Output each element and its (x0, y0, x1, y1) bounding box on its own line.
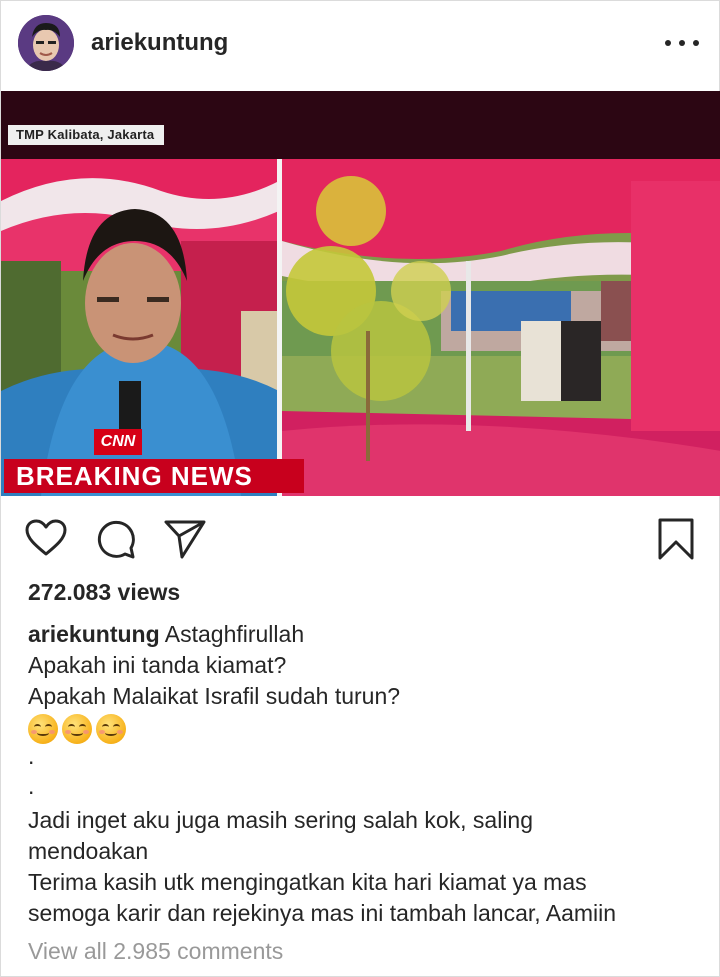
view-count: 272.083 views (28, 579, 181, 605)
location-tag: TMP Kalibata, Jakarta (8, 125, 165, 145)
caption-dot: . (28, 773, 35, 799)
view-all-comments-link[interactable]: View all 2.985 comments (28, 938, 283, 965)
post-username[interactable]: ariekuntung (91, 29, 228, 57)
action-bar (1, 501, 720, 571)
more-dot (665, 40, 671, 46)
smiling-face-emoji (62, 713, 92, 744)
caption-dot: . (28, 743, 35, 769)
avatar[interactable] (18, 15, 74, 71)
emoji-row (28, 712, 698, 745)
caption-text: Astaghfirullah (164, 621, 305, 647)
caption-line: Jadi inget aku juga masih sering salah k… (28, 807, 534, 833)
comment-icon[interactable] (95, 518, 137, 560)
caption-line: semoga karir dan rejekinya mas ini tamba… (28, 900, 617, 926)
caption-line: mendoakan (28, 838, 149, 864)
breaking-news-banner: BREAKING NEWS (4, 459, 304, 493)
bookmark-icon[interactable] (657, 517, 695, 561)
share-icon[interactable] (163, 518, 207, 560)
smiling-face-emoji (96, 713, 126, 744)
more-dot (693, 40, 699, 46)
post-caption: ariekuntung Astaghfirullah Apakah ini ta… (28, 619, 698, 929)
post-header: ariekuntung (1, 1, 720, 89)
caption-first-line: ariekuntung Astaghfirullah (28, 619, 698, 650)
caption-line: Terima kasih utk mengingatkan kita hari … (28, 869, 587, 895)
caption-username[interactable]: ariekuntung (28, 621, 160, 647)
instagram-post: ariekuntung TMP Kalibata, Jakarta CNN BR… (0, 0, 720, 977)
cnn-logo: CNN (94, 429, 142, 455)
post-video[interactable]: TMP Kalibata, Jakarta CNN BREAKING NEWS (1, 91, 720, 496)
caption-line: Apakah ini tanda kiamat? (28, 652, 287, 678)
more-dot (679, 40, 685, 46)
smiling-face-emoji (28, 713, 58, 744)
more-options-icon[interactable] (665, 31, 699, 55)
caption-line: Apakah Malaikat Israfil sudah turun? (28, 683, 401, 709)
heart-icon[interactable] (25, 519, 67, 557)
